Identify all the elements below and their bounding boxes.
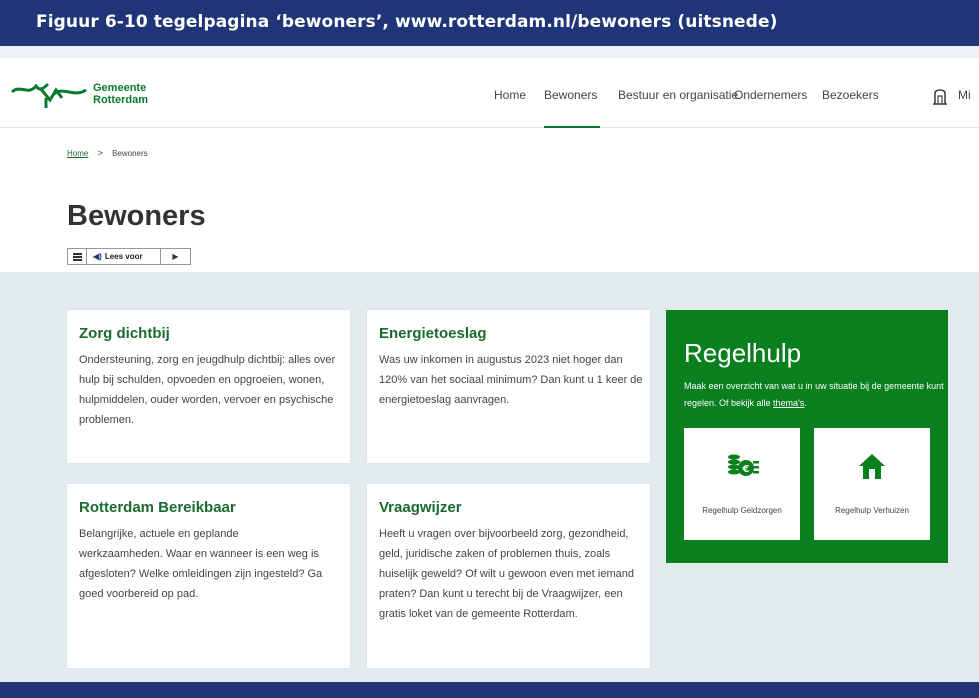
tile-rotterdam-bereikbaar[interactable]: Rotterdam Bereikbaar Belangrijke, actuel… [67,484,350,668]
tile-title: Energietoeslag [379,325,487,342]
tile-text: Was uw inkomen in augustus 2023 niet hog… [379,354,643,406]
tile-title: Rotterdam Bereikbaar [79,499,236,516]
tile-text: Heeft u vragen over bijvoorbeeld zorg, g… [379,528,634,620]
logo-line2: Rotterdam [93,94,149,106]
caption-spacer [0,46,979,58]
nav-active-indicator [544,126,600,128]
regelhulp-geldzorgen-tile[interactable]: € Regelhulp Geldzorgen [684,428,800,540]
regelhulp-intro: Maak een overzicht van wat u in uw situa… [684,378,944,412]
speaker-icon: ◀) [93,252,102,261]
read-aloud-widget: ◀) Lees voor ▶ [67,248,191,265]
logo-line1: Gemeente [93,82,147,94]
money-icon: € [728,454,759,476]
nav-bestuur[interactable]: Bestuur en organisatie [618,88,738,102]
regelhulp-verhuizen-tile[interactable]: Regelhulp Verhuizen [814,428,930,540]
nav-bewoners[interactable]: Bewoners [544,88,597,102]
svg-text:€: € [742,464,750,475]
breadcrumb: Home > Bewoners [67,148,148,158]
read-aloud-label: Lees voor [104,252,143,261]
nav-mijn-truncated[interactable]: Mi [958,88,971,102]
breadcrumb-current: Bewoners [112,149,148,158]
tile-label: Regelhulp Geldzorgen [702,506,782,515]
nav-bezoekers[interactable]: Bezoekers [822,88,879,102]
nav-ondernemers[interactable]: Ondernemers [734,88,807,102]
house-icon [859,454,885,479]
play-icon[interactable]: ▶ [160,249,190,264]
tile-title: Vraagwijzer [379,499,462,516]
tile-text: Belangrijke, actuele en geplande werkzaa… [79,528,323,600]
nav-home[interactable]: Home [494,88,526,102]
figure-caption-bar: Figuur 6-10 tegelpagina ‘bewoners’, www.… [0,0,979,46]
regelhulp-text-end: . [804,398,807,408]
read-aloud-button[interactable]: ◀) Lees voor [93,252,143,261]
regelhulp-text: Maak een overzicht van wat u in uw situa… [684,381,944,408]
figure-caption: Figuur 6-10 tegelpagina ‘bewoners’, www.… [36,12,778,32]
user-icon[interactable] [932,87,948,105]
regelhulp-title: Regelhulp [684,338,802,368]
chevron-right-icon: > [97,148,103,158]
tile-vraagwijzer[interactable]: Vraagwijzer Heeft u vragen over bijvoorb… [367,484,650,668]
breadcrumb-home[interactable]: Home [67,149,88,158]
rotterdam-logo-icon [10,82,87,108]
menu-icon[interactable] [68,249,87,264]
site-header: Gemeente Rotterdam Home Bewoners Bestuur… [0,58,979,128]
tile-energietoeslag[interactable]: Energietoeslag Was uw inkomen in augustu… [367,310,650,463]
tile-zorg-dichtbij[interactable]: Zorg dichtbij Ondersteuning, zorg en jeu… [67,310,350,463]
logo[interactable]: Gemeente Rotterdam [10,78,200,112]
bottom-bar [0,682,979,698]
themas-link[interactable]: thema's [773,398,804,408]
tile-label: Regelhulp Verhuizen [835,506,909,515]
regelhulp-panel: Regelhulp Maak een overzicht van wat u i… [666,310,948,563]
logo-text: Gemeente Rotterdam [93,82,148,106]
tile-text: Ondersteuning, zorg en jeugdhulp dichtbi… [79,354,336,426]
tile-title: Zorg dichtbij [79,325,170,342]
page-title: Bewoners [67,200,206,232]
